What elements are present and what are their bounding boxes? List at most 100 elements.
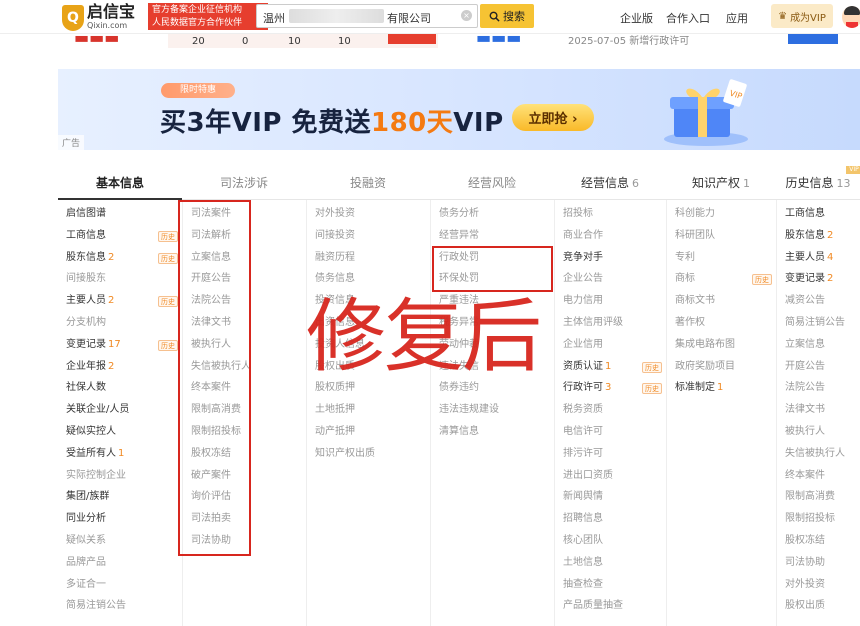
module-link[interactable]: 核心团队 bbox=[555, 530, 666, 552]
module-link[interactable]: 科研团队 bbox=[667, 225, 776, 247]
module-link[interactable]: 招聘信息 bbox=[555, 508, 666, 530]
module-link[interactable]: 债券违约 bbox=[431, 377, 554, 399]
module-link[interactable]: 司法协助 bbox=[777, 552, 860, 574]
module-link[interactable]: 股权冻结 bbox=[777, 530, 860, 552]
clear-icon[interactable]: × bbox=[461, 10, 472, 21]
module-link[interactable]: 分支机构 bbox=[58, 312, 182, 334]
module-link[interactable]: 对外投资 bbox=[777, 574, 860, 596]
module-link[interactable]: 出资信息 bbox=[307, 312, 430, 334]
module-link[interactable]: 法院公告 bbox=[777, 377, 860, 399]
module-link[interactable]: 知识产权出质 bbox=[307, 443, 430, 465]
history-tag[interactable]: 历史 bbox=[158, 230, 178, 242]
module-link[interactable]: 行政处罚 bbox=[431, 247, 554, 269]
tab-investment[interactable]: 投融资 bbox=[306, 166, 430, 200]
module-link[interactable]: 动产抵押 bbox=[307, 421, 430, 443]
module-link[interactable]: 投资人信息 bbox=[307, 334, 430, 356]
module-link[interactable]: 企业信用 bbox=[555, 334, 666, 356]
module-link[interactable]: 行政许可 3 历史 bbox=[555, 377, 666, 399]
search-input[interactable]: 温州 bbox=[263, 10, 285, 26]
module-link[interactable]: 被执行人 bbox=[777, 421, 860, 443]
module-link[interactable]: 工商信息 历史 bbox=[58, 225, 182, 247]
module-link[interactable]: 商标文书 bbox=[667, 290, 776, 312]
become-vip-button[interactable]: ♛ 成为VIP bbox=[771, 4, 833, 28]
module-link[interactable]: 立案信息 bbox=[183, 247, 306, 269]
module-link[interactable]: 司法案件 bbox=[183, 203, 306, 225]
module-link[interactable]: 严重违法 bbox=[431, 290, 554, 312]
module-link[interactable]: 间接投资 bbox=[307, 225, 430, 247]
module-link[interactable]: 同业分析 bbox=[58, 508, 182, 530]
module-link[interactable]: 债务分析 bbox=[431, 203, 554, 225]
module-link[interactable]: 竞争对手 bbox=[555, 247, 666, 269]
qixin-logo[interactable]: Q 启信宝 Qixin.com bbox=[62, 4, 135, 32]
module-link[interactable]: 终本案件 bbox=[183, 377, 306, 399]
tab-judicial[interactable]: 司法涉诉 bbox=[182, 166, 306, 200]
tab-business-risk[interactable]: 经营风险 bbox=[430, 166, 554, 200]
module-link[interactable]: 违法失信 bbox=[431, 356, 554, 378]
module-link[interactable]: 股权冻结 bbox=[183, 443, 306, 465]
module-link[interactable]: 股东信息 2 bbox=[777, 225, 860, 247]
module-link[interactable]: 环保处罚 bbox=[431, 268, 554, 290]
module-link[interactable]: 立案信息 bbox=[777, 334, 860, 356]
module-link[interactable]: 税务资质 bbox=[555, 399, 666, 421]
module-link[interactable]: 开庭公告 bbox=[777, 356, 860, 378]
module-link[interactable]: 集团/族群 bbox=[58, 486, 182, 508]
module-link[interactable]: 企业年报 2 bbox=[58, 356, 182, 378]
history-tag[interactable]: 历史 bbox=[642, 361, 662, 373]
module-link[interactable]: 实际控制企业 bbox=[58, 465, 182, 487]
module-link[interactable]: 融资历程 bbox=[307, 247, 430, 269]
module-link[interactable]: 限制高消费 bbox=[183, 399, 306, 421]
module-link[interactable]: 电信许可 bbox=[555, 421, 666, 443]
module-link[interactable]: 排污许可 bbox=[555, 443, 666, 465]
search-box[interactable]: 温州 有限公司 × bbox=[256, 4, 478, 28]
module-link[interactable]: 科创能力 bbox=[667, 203, 776, 225]
module-link[interactable]: 政府奖励项目 bbox=[667, 356, 776, 378]
tab-basic-info[interactable]: 基本信息 bbox=[58, 166, 182, 200]
module-link[interactable]: 土地抵押 bbox=[307, 399, 430, 421]
module-link[interactable]: 受益所有人 1 bbox=[58, 443, 182, 465]
module-link[interactable]: 招投标 bbox=[555, 203, 666, 225]
module-link[interactable]: 清算信息 bbox=[431, 421, 554, 443]
module-link[interactable]: 简易注销公告 bbox=[58, 595, 182, 617]
search-button[interactable]: 搜索 bbox=[480, 4, 534, 28]
module-link[interactable]: 法律文书 bbox=[183, 312, 306, 334]
module-link[interactable]: 股权质押 bbox=[307, 377, 430, 399]
module-link[interactable]: 经营异常 bbox=[431, 225, 554, 247]
nav-enterprise-edition[interactable]: 企业版 bbox=[620, 10, 653, 26]
module-link[interactable]: 进出口资质 bbox=[555, 465, 666, 487]
module-link[interactable]: 产品质量抽查 bbox=[555, 595, 666, 617]
module-link[interactable]: 被执行人 bbox=[183, 334, 306, 356]
module-link[interactable]: 间接股东 bbox=[58, 268, 182, 290]
nav-partner-entry[interactable]: 合作入口 bbox=[666, 10, 710, 26]
module-link[interactable]: 启信图谱 bbox=[58, 203, 182, 225]
module-link[interactable]: 劳动仲裁 bbox=[431, 334, 554, 356]
module-link[interactable]: 资质认证 1 历史 bbox=[555, 356, 666, 378]
module-link[interactable]: 简易注销公告 bbox=[777, 312, 860, 334]
module-link[interactable]: 债务信息 bbox=[307, 268, 430, 290]
history-tag[interactable]: 历史 bbox=[752, 274, 772, 286]
vip-promo-banner[interactable]: 限时特惠 买3年VIP 免费送180天VIP 立即抢 › VIP 广告 bbox=[58, 69, 860, 150]
module-link[interactable]: 股权出质 bbox=[777, 595, 860, 617]
module-link[interactable]: 法律文书 bbox=[777, 399, 860, 421]
module-link[interactable]: 商标 历史 bbox=[667, 268, 776, 290]
tab-business-info[interactable]: 经营信息 6 bbox=[554, 166, 666, 200]
module-link[interactable]: 终本案件 bbox=[777, 465, 860, 487]
strip-red-button[interactable] bbox=[388, 34, 436, 44]
module-link[interactable]: 多证合一 bbox=[58, 574, 182, 596]
module-link[interactable]: 集成电路布图 bbox=[667, 334, 776, 356]
module-link[interactable]: 司法拍卖 bbox=[183, 508, 306, 530]
module-link[interactable]: 著作权 bbox=[667, 312, 776, 334]
module-link[interactable]: 商业合作 bbox=[555, 225, 666, 247]
module-link[interactable]: 变更记录 17 历史 bbox=[58, 334, 182, 356]
module-link[interactable]: 企业公告 bbox=[555, 268, 666, 290]
module-link[interactable]: 投资信息 bbox=[307, 290, 430, 312]
module-link[interactable]: 主体信用评级 bbox=[555, 312, 666, 334]
tab-ip[interactable]: 知识产权 1 bbox=[666, 166, 776, 200]
module-link[interactable]: 询价评估 bbox=[183, 486, 306, 508]
module-link[interactable]: 失信被执行人 bbox=[183, 356, 306, 378]
module-link[interactable]: 法院公告 bbox=[183, 290, 306, 312]
module-link[interactable]: 失信被执行人 bbox=[777, 443, 860, 465]
module-link[interactable]: 对外投资 bbox=[307, 203, 430, 225]
module-link[interactable]: 限制招投标 bbox=[183, 421, 306, 443]
module-link[interactable]: 减资公告 bbox=[777, 290, 860, 312]
module-link[interactable]: 电力信用 bbox=[555, 290, 666, 312]
